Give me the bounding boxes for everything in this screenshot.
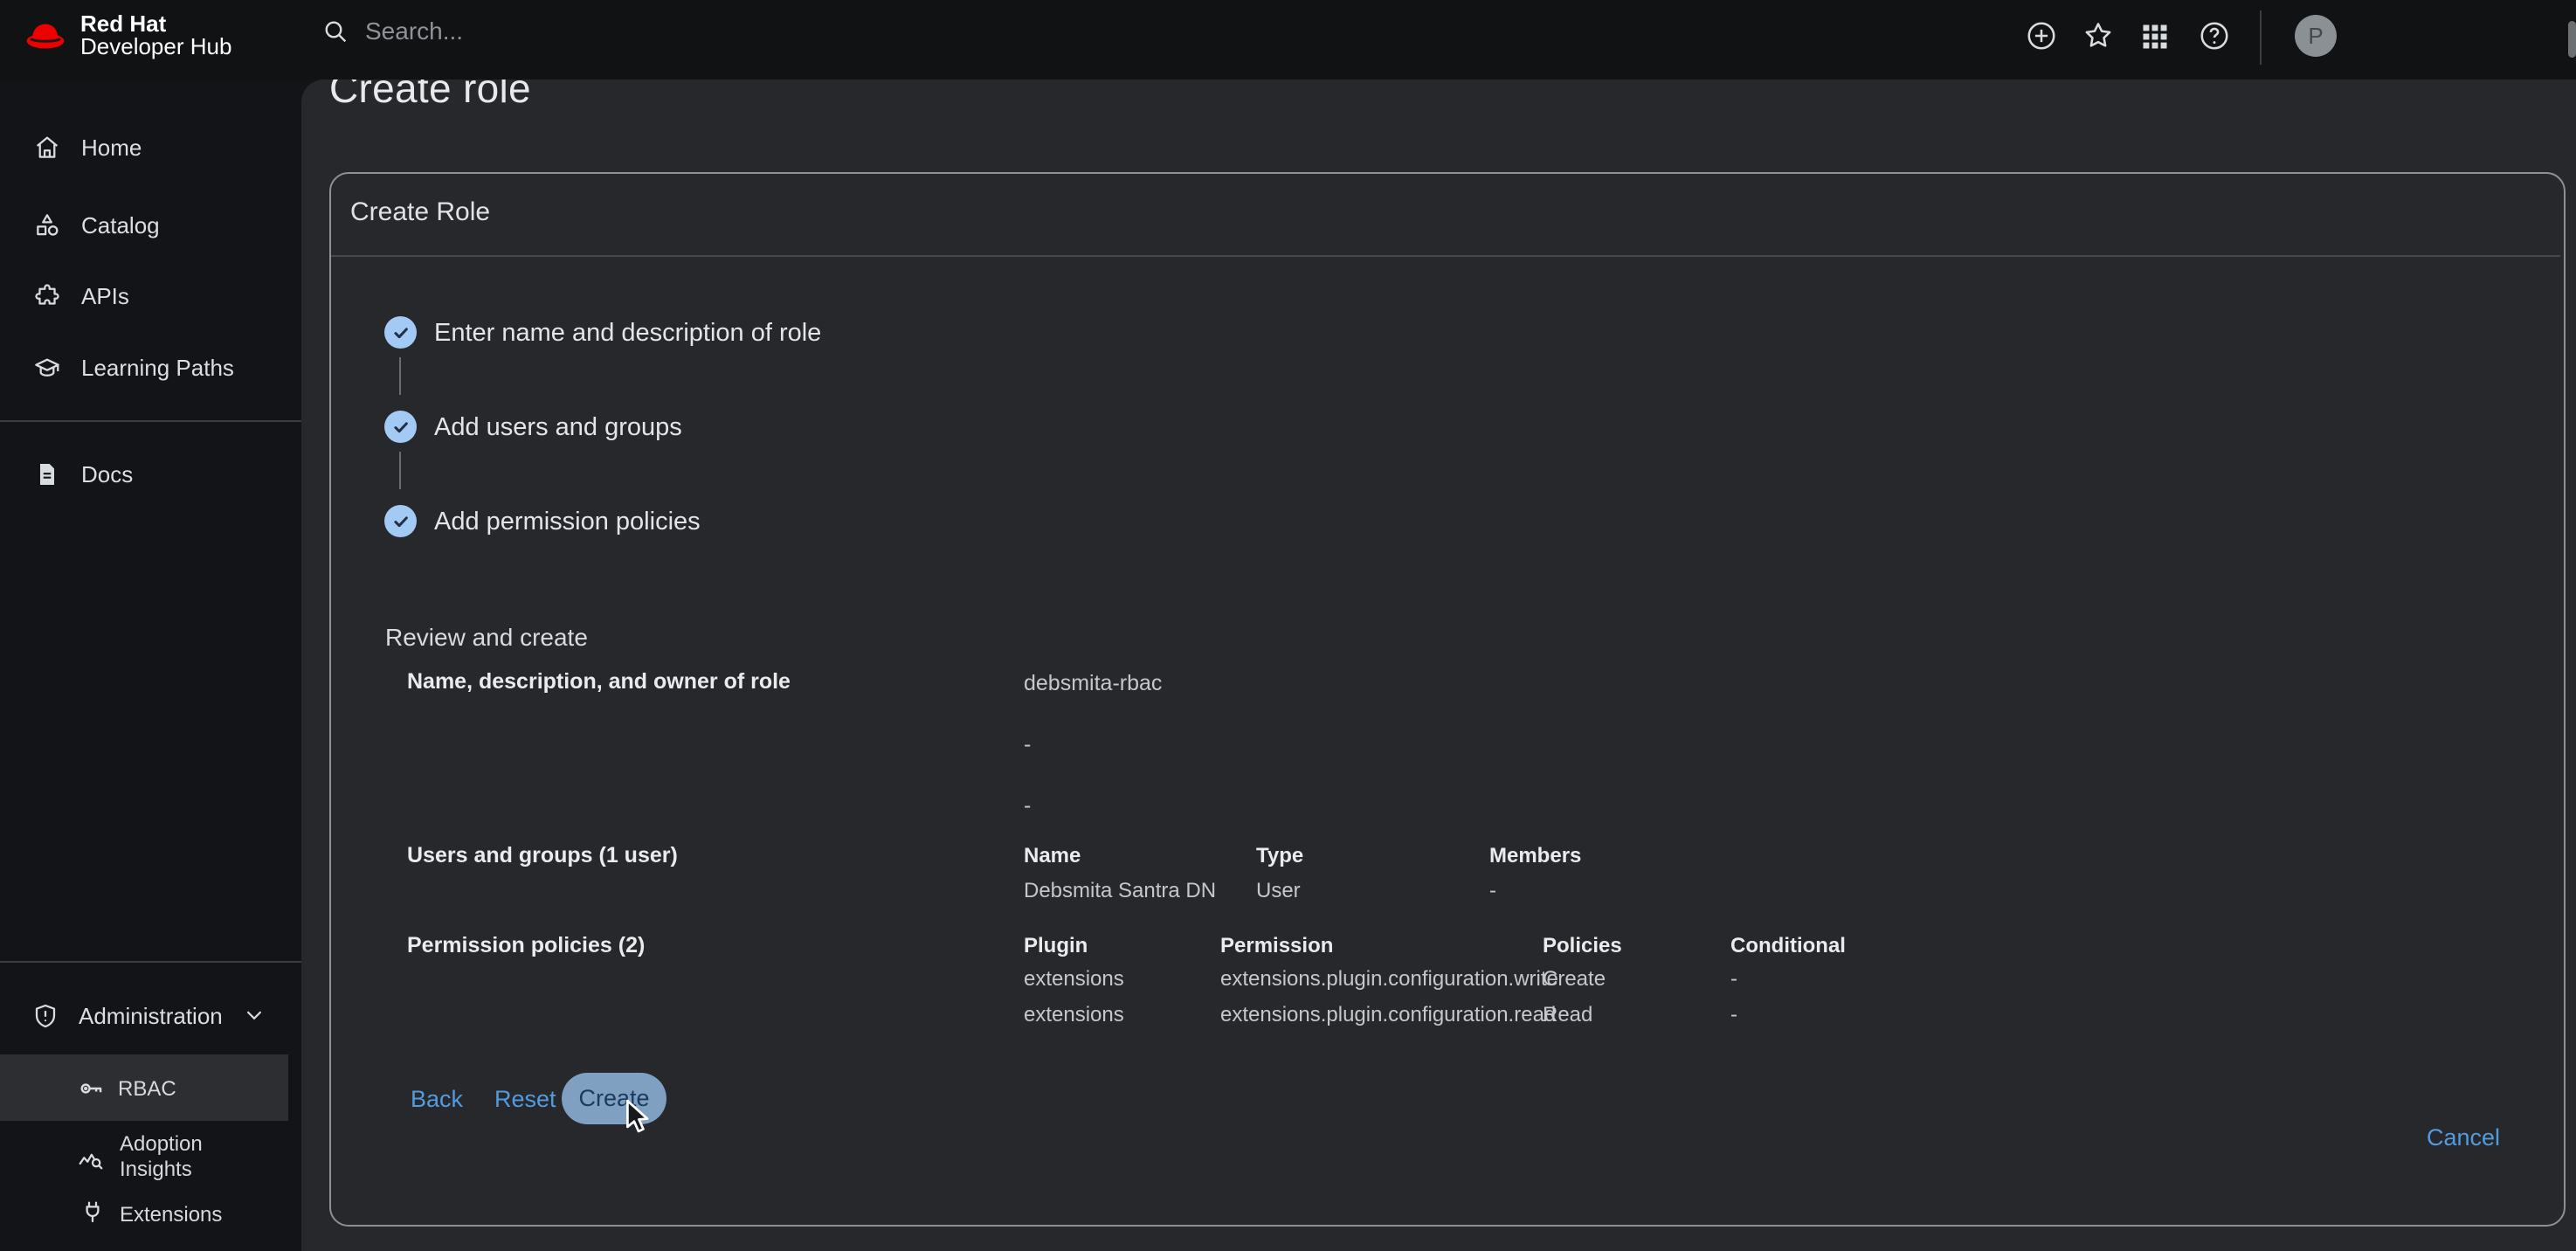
sidebar-item-rbac[interactable]: RBAC	[0, 1054, 288, 1121]
review-name-section-label: Name, description, and owner of role	[407, 669, 791, 695]
perm-table-header-permission: Permission	[1220, 934, 1333, 958]
sidebar: Home Catalog APIs Le	[0, 79, 301, 1251]
help-icon[interactable]	[2198, 19, 2231, 52]
perm-row1-conditional: -	[1730, 967, 1737, 992]
sidebar-item-docs[interactable]: Docs	[33, 460, 133, 488]
role-description-value: -	[1024, 732, 1031, 757]
sidebar-item-catalog[interactable]: Catalog	[33, 211, 160, 239]
sidebar-item-label: Catalog	[81, 211, 160, 239]
perm-row2-conditional: -	[1730, 1003, 1737, 1027]
search-placeholder: Search...	[365, 17, 463, 45]
catalog-icon	[33, 211, 61, 239]
role-owner-value: -	[1024, 793, 1031, 819]
apis-icon	[33, 282, 61, 310]
sidebar-item-extensions[interactable]: Extensions	[0, 1197, 288, 1246]
perm-table-header-plugin: Plugin	[1024, 934, 1088, 958]
perm-table-header-policies: Policies	[1543, 934, 1622, 958]
redhat-fedora-icon	[23, 12, 68, 58]
reset-button[interactable]: Reset	[494, 1086, 556, 1113]
search-input[interactable]: Search...	[321, 17, 463, 45]
home-icon	[33, 134, 61, 162]
users-table-cell-members: -	[1489, 879, 1496, 903]
shield-admin-icon	[31, 1002, 59, 1030]
sidebar-item-label: Docs	[81, 460, 133, 488]
scrollbar-thumb[interactable]	[2568, 21, 2576, 58]
app-window: Create role Create Role Enter name and d…	[0, 0, 2576, 1251]
sidebar-item-administration[interactable]: Administration	[31, 1002, 267, 1030]
sidebar-item-label: APIs	[81, 282, 129, 310]
sidebar-item-adoption-insights[interactable]: Adoption Insights	[0, 1124, 288, 1199]
sidebar-item-label: Administration	[79, 1002, 223, 1030]
users-table-cell-name: Debsmita Santra DN	[1024, 879, 1216, 903]
perm-row1-plugin: extensions	[1024, 967, 1124, 992]
user-avatar[interactable]: P	[2295, 15, 2337, 57]
step-connector	[399, 452, 401, 489]
perm-row2-plugin: extensions	[1024, 1003, 1124, 1027]
users-table-cell-type: User	[1256, 879, 1301, 903]
header-divider	[2260, 10, 2262, 65]
step-1-complete-icon[interactable]	[384, 316, 417, 349]
card-title: Create Role	[350, 197, 490, 227]
review-heading: Review and create	[385, 624, 588, 652]
sidebar-item-apis[interactable]: APIs	[33, 282, 129, 310]
sidebar-divider	[0, 961, 301, 963]
mouse-cursor	[625, 1099, 652, 1136]
users-groups-section-label: Users and groups (1 user)	[407, 843, 678, 868]
users-table-header-name: Name	[1024, 844, 1081, 868]
card-header-divider	[331, 255, 2560, 257]
step-1-label[interactable]: Enter name and description of role	[434, 319, 821, 348]
chevron-down-icon	[241, 1002, 267, 1030]
cancel-button[interactable]: Cancel	[2427, 1124, 2500, 1151]
avatar-initial: P	[2308, 23, 2323, 50]
perm-row2-permission: extensions.plugin.configuration.read	[1220, 1003, 1556, 1027]
sidebar-item-home[interactable]: Home	[33, 134, 142, 162]
document-icon	[33, 460, 61, 488]
back-button[interactable]: Back	[411, 1086, 463, 1113]
app-grid-icon[interactable]	[2139, 21, 2171, 52]
perm-table-header-conditional: Conditional	[1730, 934, 1846, 958]
sidebar-item-label: RBAC	[118, 1077, 176, 1102]
global-header: Red Hat Developer Hub Search...	[0, 0, 2576, 79]
sidebar-item-label: Extensions	[120, 1203, 222, 1227]
step-2-label[interactable]: Add users and groups	[434, 413, 682, 442]
perm-row2-policies: Read	[1543, 1003, 1592, 1027]
graduation-cap-icon	[33, 354, 61, 382]
step-3-complete-icon[interactable]	[384, 505, 417, 537]
query-stats-icon	[77, 1147, 105, 1175]
step-3-label[interactable]: Add permission policies	[434, 508, 701, 536]
users-table-header-type: Type	[1256, 844, 1303, 868]
brand-logo[interactable]: Red Hat Developer Hub	[23, 12, 231, 58]
search-icon	[321, 17, 349, 45]
step-2-complete-icon[interactable]	[384, 411, 417, 443]
users-table-header-members: Members	[1489, 844, 1581, 868]
starred-icon[interactable]	[2082, 19, 2115, 52]
create-plus-icon[interactable]	[2025, 19, 2058, 52]
sidebar-item-learning-paths[interactable]: Learning Paths	[33, 354, 234, 382]
perm-row1-permission: extensions.plugin.configuration.write	[1220, 967, 1558, 992]
brand-line2: Developer Hub	[80, 35, 231, 58]
brand-line1: Red Hat	[80, 12, 231, 35]
role-name-value: debsmita-rbac	[1024, 671, 1162, 696]
sidebar-item-label: Home	[81, 134, 142, 162]
key-icon	[77, 1075, 105, 1102]
sidebar-item-label: Learning Paths	[81, 354, 234, 382]
sidebar-divider	[0, 420, 301, 422]
permission-policies-section-label: Permission policies (2)	[407, 933, 645, 958]
sidebar-item-label: Adoption Insights	[120, 1131, 238, 1182]
plug-icon	[79, 1199, 107, 1227]
perm-row1-policies: Create	[1543, 967, 1606, 992]
step-connector	[399, 357, 401, 395]
